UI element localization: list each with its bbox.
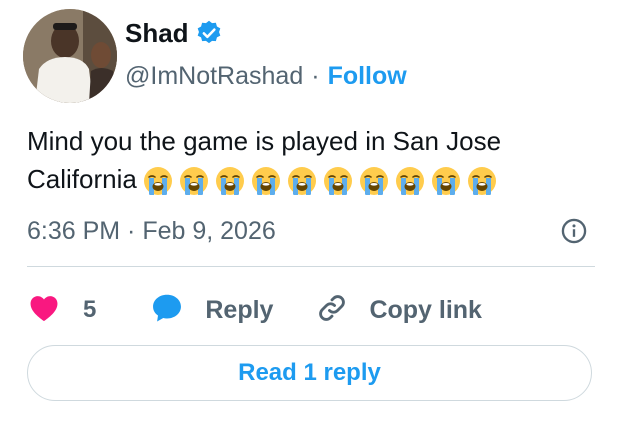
like-count: 5 (83, 296, 97, 323)
tweet-text: Mind you the game is played in San Jose … (27, 122, 587, 198)
loudly-crying-face-icon (215, 166, 245, 196)
loudly-crying-face-icon (287, 166, 317, 196)
speech-bubble-icon (149, 290, 185, 331)
link-icon (315, 291, 349, 330)
author-handle[interactable]: @ImNotRashad (125, 59, 303, 93)
tweet-card: Shad @ImNotRashad · Follow Mind you the … (0, 0, 619, 424)
copy-link-button[interactable]: Copy link (315, 291, 482, 330)
avatar[interactable] (23, 9, 117, 103)
tweet-timestamp[interactable]: 6:36 PM · Feb 9, 2026 (27, 213, 276, 249)
separator-dot: · (311, 62, 320, 90)
verified-badge-icon (195, 19, 223, 47)
loudly-crying-face-icon (359, 166, 389, 196)
reply-label: Reply (205, 295, 274, 324)
action-bar: 5 Reply Copy link (27, 288, 482, 332)
loudly-crying-face-icon (395, 166, 425, 196)
reply-button[interactable]: Reply (149, 290, 273, 331)
loudly-crying-face-icon (467, 166, 497, 196)
loudly-crying-face-icon (431, 166, 461, 196)
follow-button[interactable]: Follow (328, 59, 407, 93)
loudly-crying-face-icon (143, 166, 173, 196)
loudly-crying-face-icon (323, 166, 353, 196)
like-button[interactable]: 5 (27, 291, 96, 330)
heart-icon (27, 291, 61, 330)
loudly-crying-face-icon (179, 166, 209, 196)
read-replies-label: Read 1 reply (238, 359, 381, 386)
copy-link-label: Copy link (369, 295, 482, 324)
info-icon[interactable] (560, 217, 588, 245)
divider (27, 266, 595, 267)
loudly-crying-face-icon (251, 166, 281, 196)
read-replies-button[interactable]: Read 1 reply (27, 345, 592, 401)
author-name[interactable]: Shad (125, 16, 189, 50)
emoji-group (143, 166, 503, 196)
